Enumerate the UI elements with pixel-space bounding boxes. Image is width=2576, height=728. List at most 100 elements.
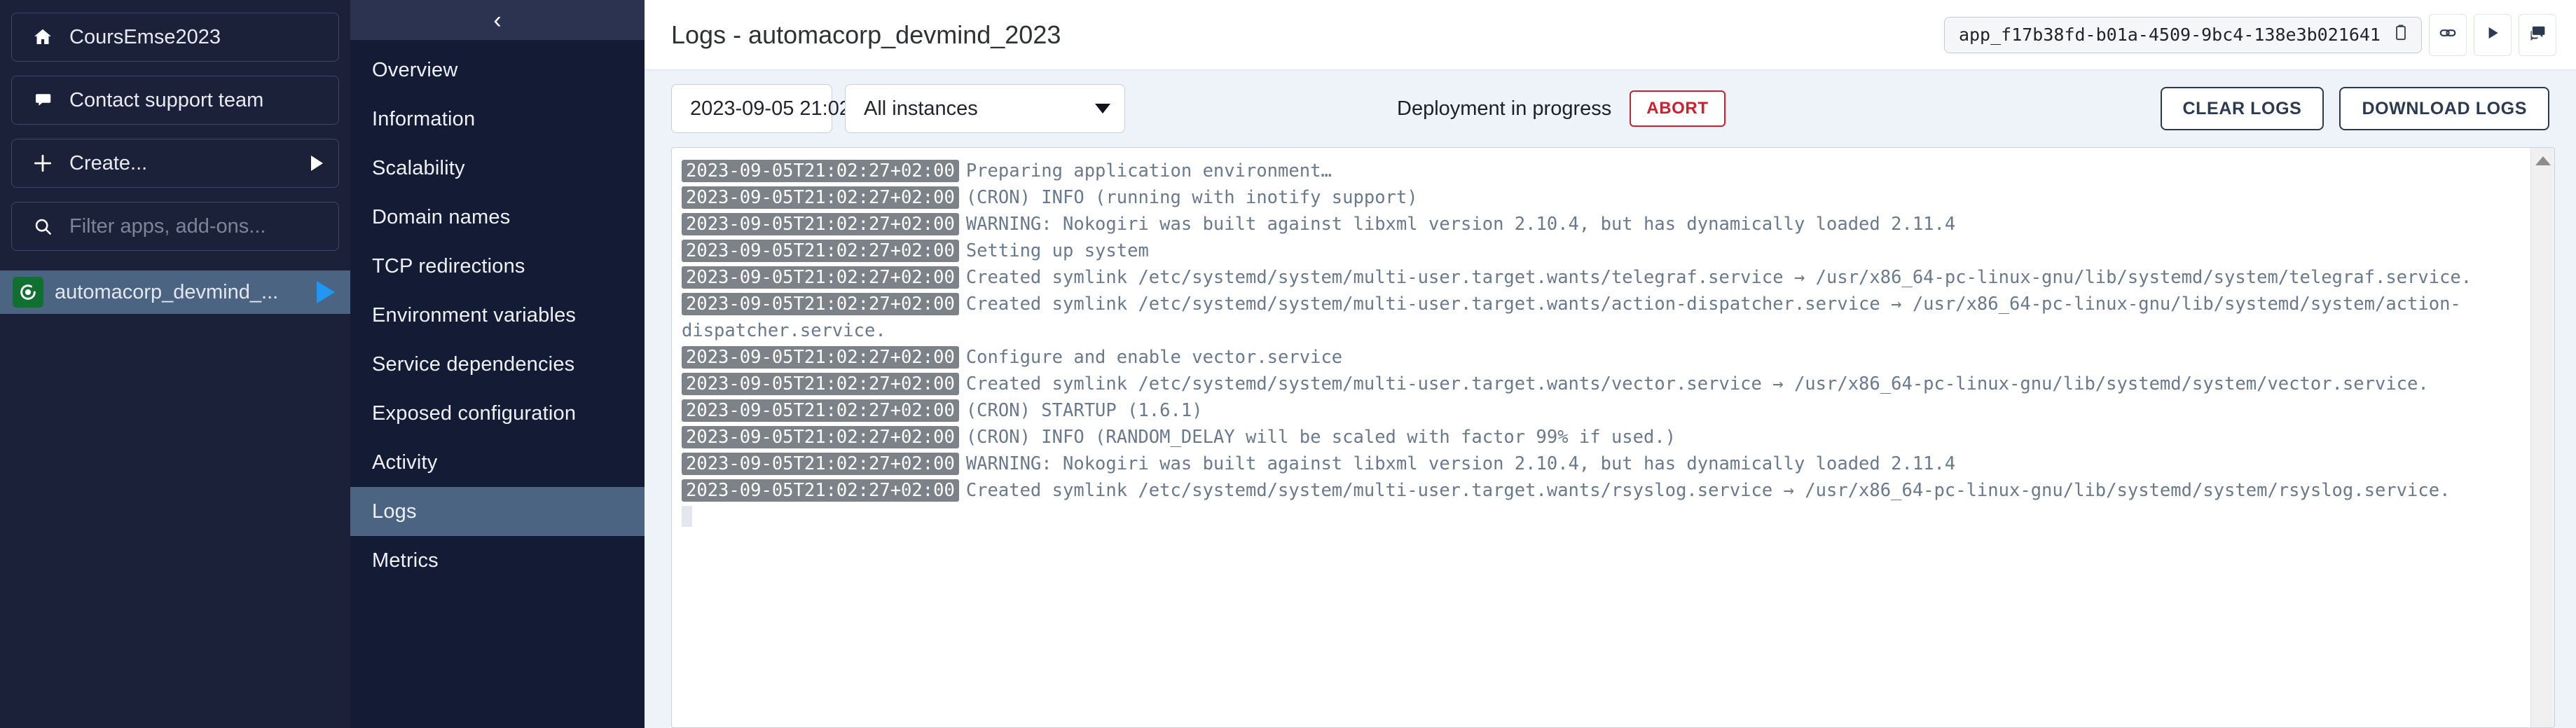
page-header: Logs - automacorp_devmind_2023 app_f17b3… [645,0,2576,70]
sidebar-item-tcp-redirections[interactable]: TCP redirections [350,242,645,291]
search-icon [27,217,58,237]
logs-actions: CLEAR LOGS DOWNLOAD LOGS [2160,87,2549,130]
log-panel: 2023-09-05T21:02:27+02:00 Preparing appli… [671,147,2555,728]
logs-toolbar: 2023-09-05 21:02 WIP All instances Deplo… [645,70,2576,147]
sidebar-item-service-dependencies[interactable]: Service dependencies [350,340,645,389]
chat-icon [2528,24,2547,46]
text-cursor-icon [682,506,692,527]
date-filter-value: 2023-09-05 21:02 [690,97,850,120]
clear-logs-button[interactable]: CLEAR LOGS [2160,87,2324,130]
log-line: 2023-09-05T21:02:27+02:00 WARNING: Nokogi… [682,451,2521,477]
log-panel-wrapper: 2023-09-05T21:02:27+02:00 Preparing appli… [645,147,2576,728]
log-message: (CRON) INFO (running with inotify suppor… [965,187,1418,208]
sidebar-item-home[interactable]: CoursEmse2023 [11,13,339,62]
log-message: WARNING: Nokogiri was built against libx… [965,453,1956,474]
abort-button[interactable]: ABORT [1630,90,1726,127]
deployment-status-text: Deployment in progress [1397,97,1612,120]
sidebar-item-label: Exposed configuration [372,401,577,425]
log-output[interactable]: 2023-09-05T21:02:27+02:00 Preparing appli… [672,148,2530,727]
instance-filter-select[interactable]: All instances [845,84,1125,133]
log-timestamp: 2023-09-05T21:02:27+02:00 [682,479,959,502]
run-button[interactable] [2474,13,2512,56]
chevron-left-icon: ‹ [493,6,502,34]
header-actions: app_f17b38fd-b01a-4509-9bc4-138e3b021641 [1943,13,2556,56]
instance-filter-value: All instances [864,97,978,120]
log-message: Configure and enable vector.service [965,347,1343,368]
sidebar-item-domain-names[interactable]: Domain names [350,193,645,242]
plus-icon [27,152,58,174]
sidebar-item-exposed-configuration[interactable]: Exposed configuration [350,389,645,438]
log-line: 2023-09-05T21:02:27+02:00 (CRON) INFO (RA… [682,424,2521,451]
scroll-up-icon[interactable] [2535,156,2551,165]
log-line: 2023-09-05T21:02:27+02:00 Preparing appli… [682,158,2521,184]
copy-link-button[interactable] [2429,13,2467,56]
app-id-value: app_f17b38fd-b01a-4509-9bc4-138e3b021641 [1958,25,2381,45]
log-timestamp: 2023-09-05T21:02:27+02:00 [682,266,959,289]
sidebar-item-label: TCP redirections [372,254,525,277]
sidebar-item-activity[interactable]: Activity [350,438,645,487]
sidebar-item-label: Metrics [372,549,439,572]
sidebar-app-entry[interactable]: automacorp_devmind_... [0,270,350,314]
log-timestamp: 2023-09-05T21:02:27+02:00 [682,399,959,422]
left-sidebar: CoursEmse2023 Contact support team Creat… [0,0,350,728]
log-timestamp: 2023-09-05T21:02:27+02:00 [682,453,959,475]
log-line: 2023-09-05T21:02:27+02:00 Configure and e… [682,344,2521,371]
sidebar-item-label: Activity [372,451,438,474]
sidebar-item-metrics[interactable]: Metrics [350,536,645,585]
app-root: CoursEmse2023 Contact support team Creat… [0,0,2576,728]
sidebar-app-entry-label: automacorp_devmind_... [55,280,279,303]
log-message: Created symlink /etc/systemd/system/mult… [965,373,2429,394]
log-message: WARNING: Nokogiri was built against libx… [965,214,1956,235]
sidebar-item-create[interactable]: Create... [11,139,339,188]
log-message: Preparing application environment… [965,160,1332,181]
chevron-right-icon [311,156,323,171]
search-input[interactable]: Filter apps, add-ons... [11,202,339,251]
app-id-field[interactable]: app_f17b38fd-b01a-4509-9bc4-138e3b021641 [1943,16,2422,53]
play-icon[interactable] [317,281,335,303]
log-timestamp: 2023-09-05T21:02:27+02:00 [682,240,959,262]
sidebar-item-information[interactable]: Information [350,95,645,144]
log-timestamp: 2023-09-05T21:02:27+02:00 [682,293,959,315]
sidebar-item-support-label: Contact support team [69,88,264,111]
sidebar-item-logs[interactable]: Logs [350,487,645,536]
sidebar-collapse-button[interactable]: ‹ [350,0,645,40]
clipboard-icon[interactable] [2392,24,2410,46]
chat-icon [27,90,58,111]
sidebar-item-create-label: Create... [69,151,148,174]
sidebar-item-label: Logs [372,500,417,523]
log-timestamp: 2023-09-05T21:02:27+02:00 [682,186,959,209]
app-nav-sidebar: ‹ Overview Information Scalability Domai… [350,0,645,728]
log-timestamp: 2023-09-05T21:02:27+02:00 [682,160,959,182]
sidebar-item-label: Service dependencies [372,352,575,376]
link-icon [2439,24,2457,46]
sidebar-item-home-label: CoursEmse2023 [69,25,221,48]
log-timestamp: 2023-09-05T21:02:27+02:00 [682,346,959,369]
log-line: 2023-09-05T21:02:27+02:00 Created symlink… [682,477,2521,504]
app-nav-list: Overview Information Scalability Domain … [350,40,645,585]
deployment-status-group: Deployment in progress ABORT [1397,90,1726,127]
sidebar-item-support[interactable]: Contact support team [11,76,339,125]
log-message: Setting up system [965,240,1149,261]
log-line: 2023-09-05T21:02:27+02:00 Setting up syst… [682,238,2521,264]
log-line: 2023-09-05T21:02:27+02:00 Created symlink… [682,264,2521,291]
log-line: 2023-09-05T21:02:27+02:00 (CRON) STARTUP … [682,397,2521,424]
home-icon [27,27,58,48]
log-scrollbar[interactable] [2530,148,2554,727]
search-input-placeholder: Filter apps, add-ons... [69,214,266,238]
sidebar-item-scalability[interactable]: Scalability [350,144,645,193]
main-content: Logs - automacorp_devmind_2023 app_f17b3… [645,0,2576,728]
sidebar-item-label: Overview [372,58,458,81]
log-message: Created symlink /etc/systemd/system/mult… [965,267,2472,288]
sidebar-item-label: Domain names [372,205,511,228]
play-icon [2484,24,2502,46]
chat-button[interactable] [2519,13,2556,56]
sidebar-item-overview[interactable]: Overview [350,46,645,95]
log-timestamp: 2023-09-05T21:02:27+02:00 [682,426,959,448]
sidebar-item-label: Information [372,107,476,130]
log-line: 2023-09-05T21:02:27+02:00 WARNING: Nokogi… [682,211,2521,238]
log-message: Created symlink /etc/systemd/system/mult… [965,480,2451,501]
date-filter-select[interactable]: 2023-09-05 21:02 WIP [671,84,916,133]
download-logs-button[interactable]: DOWNLOAD LOGS [2339,87,2549,130]
sidebar-item-environment-variables[interactable]: Environment variables [350,291,645,340]
log-timestamp: 2023-09-05T21:02:27+02:00 [682,373,959,395]
